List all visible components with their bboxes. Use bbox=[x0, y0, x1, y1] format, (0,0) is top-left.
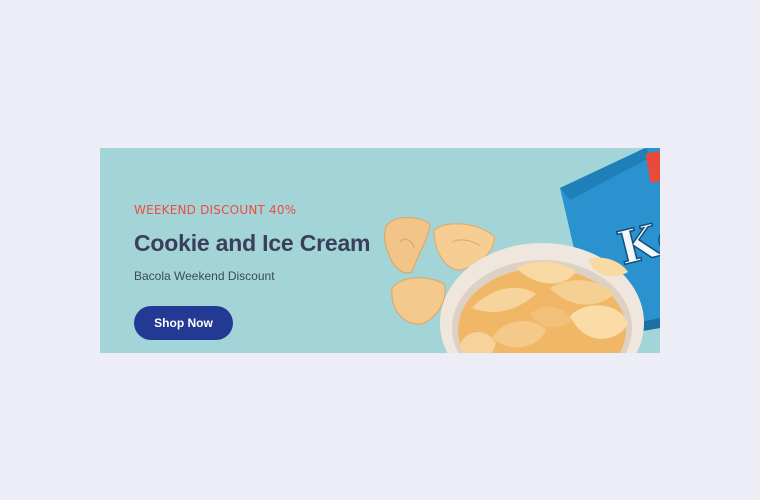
shop-now-button[interactable]: Shop Now bbox=[134, 306, 233, 340]
banner-copy: WEEKEND DISCOUNT 40% Cookie and Ice Crea… bbox=[134, 148, 394, 353]
banner-subtitle: Bacola Weekend Discount bbox=[134, 269, 275, 283]
discount-label: WEEKEND DISCOUNT 40% bbox=[134, 203, 297, 217]
promo-banner[interactable]: Ke WEEKEND DISCOUNT 40% Cookie and Ice C… bbox=[100, 148, 660, 353]
banner-title: Cookie and Ice Cream bbox=[134, 230, 371, 256]
